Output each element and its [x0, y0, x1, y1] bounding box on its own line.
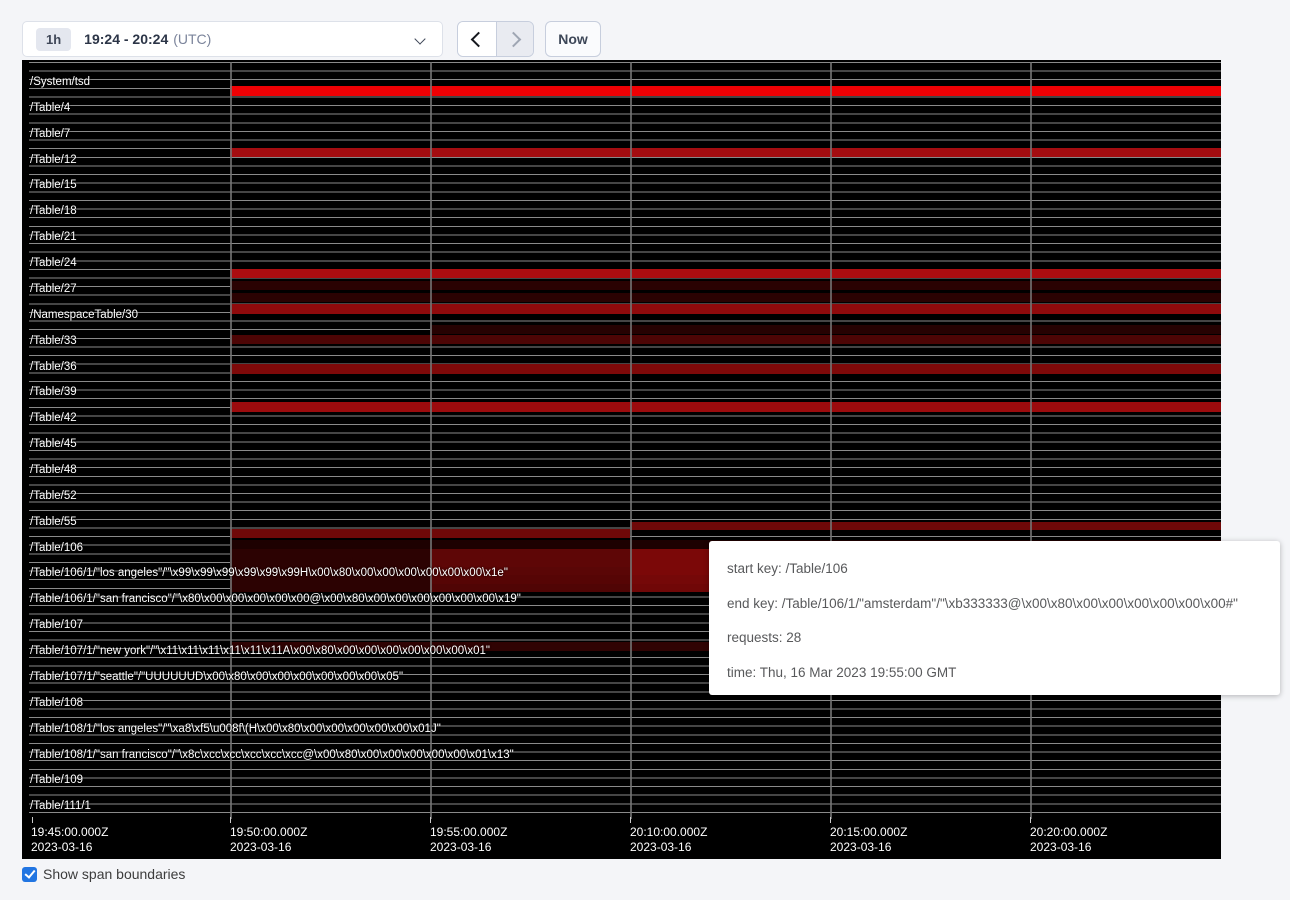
span-key-label: /NamespaceTable/30 — [30, 309, 138, 321]
key-visualizer-page: 1h 19:24 - 20:24 (UTC) Now /System/tsd/T… — [0, 0, 1290, 900]
heat-band — [230, 558, 430, 567]
grid-line-vertical — [430, 62, 432, 819]
time-axis-label: 19:55:00.000Z2023-03-16 — [430, 825, 507, 855]
time-axis-label: 20:10:00.000Z2023-03-16 — [630, 825, 707, 855]
grid-line-vertical — [630, 62, 632, 819]
checkmark-icon — [24, 867, 35, 879]
span-key-label: /Table/42 — [30, 412, 77, 424]
span-key-label: /Table/107 — [30, 619, 83, 631]
time-range-selector[interactable]: 1h 19:24 - 20:24 (UTC) — [22, 21, 443, 57]
now-button[interactable]: Now — [545, 21, 601, 57]
next-time-button[interactable] — [496, 22, 534, 56]
span-key-label: /Table/21 — [30, 231, 77, 243]
time-axis-label: 20:15:00.000Z2023-03-16 — [830, 825, 907, 855]
heat-band — [430, 325, 1221, 334]
span-key-label: /Table/12 — [30, 154, 77, 166]
tooltip-line: end key: /Table/106/1/"amsterdam"/"\xb33… — [727, 587, 1262, 622]
axis-tick — [1030, 817, 1031, 823]
show-span-boundaries-row[interactable]: Show span boundaries — [22, 866, 185, 882]
span-key-label: /System/tsd — [30, 76, 90, 88]
cell-tooltip: start key: /Table/106end key: /Table/106… — [709, 541, 1280, 695]
span-key-label: /Table/106/1/"los angeles"/"\x99\x99\x99… — [30, 567, 508, 579]
axis-tick — [230, 817, 231, 823]
span-key-label: /Table/48 — [30, 464, 77, 476]
heat-band — [230, 549, 430, 558]
chevron-left-icon — [470, 31, 486, 47]
span-key-label: /Table/108/1/"los angeles"/"\xa8\xf5\u00… — [30, 723, 441, 735]
heat-band — [430, 549, 630, 558]
span-key-label: /Table/24 — [30, 257, 77, 269]
grid-line-vertical — [830, 62, 832, 819]
time-axis-label: 19:50:00.000Z2023-03-16 — [230, 825, 307, 855]
span-key-label: /Table/15 — [30, 179, 77, 191]
span-key-label: /Table/52 — [30, 490, 77, 502]
time-nav-group — [457, 21, 534, 57]
axis-tick — [830, 817, 831, 823]
checkbox-label: Show span boundaries — [43, 866, 185, 882]
heat-band — [230, 269, 1221, 279]
span-key-label: /Table/55 — [30, 516, 77, 528]
span-key-label: /Table/27 — [30, 283, 77, 295]
span-key-label: /Table/106 — [30, 542, 83, 554]
time-axis-label: 20:20:00.000Z2023-03-16 — [1030, 825, 1107, 855]
heat-band — [230, 281, 1221, 290]
span-key-label: /Table/107/1/"new york"/"\x11\x11\x11\x1… — [30, 645, 490, 657]
axis-tick — [430, 817, 431, 823]
tooltip-line: time: Thu, 16 Mar 2023 19:55:00 GMT — [727, 656, 1262, 691]
span-key-label: /Table/4 — [30, 102, 70, 114]
span-key-label: /Table/33 — [30, 335, 77, 347]
axis-tick — [32, 817, 33, 823]
span-key-label: /Table/36 — [30, 361, 77, 373]
heat-band — [230, 402, 1221, 412]
range-timezone: (UTC) — [173, 31, 211, 47]
heat-band — [230, 364, 1221, 374]
heat-band — [430, 558, 630, 567]
span-key-label: /Table/108/1/"san francisco"/"\x8c\xcc\x… — [30, 749, 514, 761]
span-key-label: /Table/109 — [30, 774, 83, 786]
grid-line-vertical — [230, 62, 232, 819]
heat-band — [230, 148, 1221, 157]
heat-band — [230, 304, 1221, 314]
span-boundaries-checkbox[interactable] — [22, 867, 37, 882]
keyvis-canvas[interactable]: /System/tsd/Table/4/Table/7/Table/12/Tab… — [22, 60, 1221, 859]
span-key-label: /Table/18 — [30, 205, 77, 217]
tooltip-line: requests: 28 — [727, 621, 1262, 656]
range-text: 19:24 - 20:24 — [84, 31, 168, 47]
grid-line-vertical — [1030, 62, 1032, 819]
span-key-label: /Table/7 — [30, 128, 70, 140]
prev-time-button[interactable] — [458, 22, 496, 56]
span-key-label: /Table/108 — [30, 697, 83, 709]
chevron-right-icon — [505, 31, 521, 47]
span-boundary-lines — [29, 62, 1221, 820]
heat-band — [230, 293, 1221, 302]
span-key-label: /Table/45 — [30, 438, 77, 450]
span-key-label: /Table/39 — [30, 386, 77, 398]
heat-band — [430, 584, 630, 593]
span-key-label: /Table/106/1/"san francisco"/"\x80\x00\x… — [30, 593, 521, 605]
axis-tick — [630, 817, 631, 823]
time-axis-label: 19:45:00.000Z2023-03-16 — [31, 825, 108, 855]
range-duration-badge: 1h — [36, 28, 71, 51]
span-key-label: /Table/107/1/"seattle"/"UUUUUUD\x00\x80\… — [30, 671, 403, 683]
chevron-down-icon — [414, 33, 425, 44]
tooltip-line: start key: /Table/106 — [727, 552, 1262, 587]
heat-band — [230, 584, 430, 593]
heat-band — [630, 522, 1221, 530]
heat-band — [230, 335, 1221, 345]
span-key-label: /Table/111/1 — [30, 800, 91, 812]
heat-band — [230, 86, 1221, 96]
